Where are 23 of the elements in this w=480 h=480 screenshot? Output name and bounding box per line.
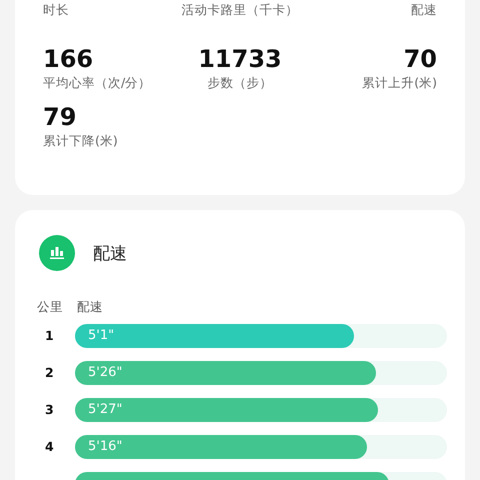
km-number: 2 [44,365,55,380]
stat-label: 配速 [410,1,437,19]
stat-label: 累计下降(米) [43,133,119,149]
column-header: 公里 [37,299,63,316]
pace-bar: 5'1" [75,324,354,348]
stat-label: 平均心率（次/分） [43,75,152,91]
pace-bar: 5'26" [75,360,376,384]
pace-bar: 5'27" [75,398,378,422]
stat-value: 79 [43,102,78,133]
stat-label: 步数（步） [206,75,274,91]
pace-bar: 5'16" [75,434,368,458]
km-number: 1 [44,328,55,343]
stat-value: 70 [402,44,437,75]
card-title: 配速 [93,242,127,264]
bar-chart-icon [39,235,75,271]
stat-value: 11733 [197,44,283,75]
stat-label: 累计上升(米) [361,75,437,91]
column-header: 配速 [77,299,103,316]
stat-label: 活动卡路里（千卡） [180,1,300,19]
stat-value: 166 [43,44,94,75]
stat-label: 时长 [43,1,70,19]
km-number: 4 [44,439,55,454]
km-number: 3 [44,402,55,417]
